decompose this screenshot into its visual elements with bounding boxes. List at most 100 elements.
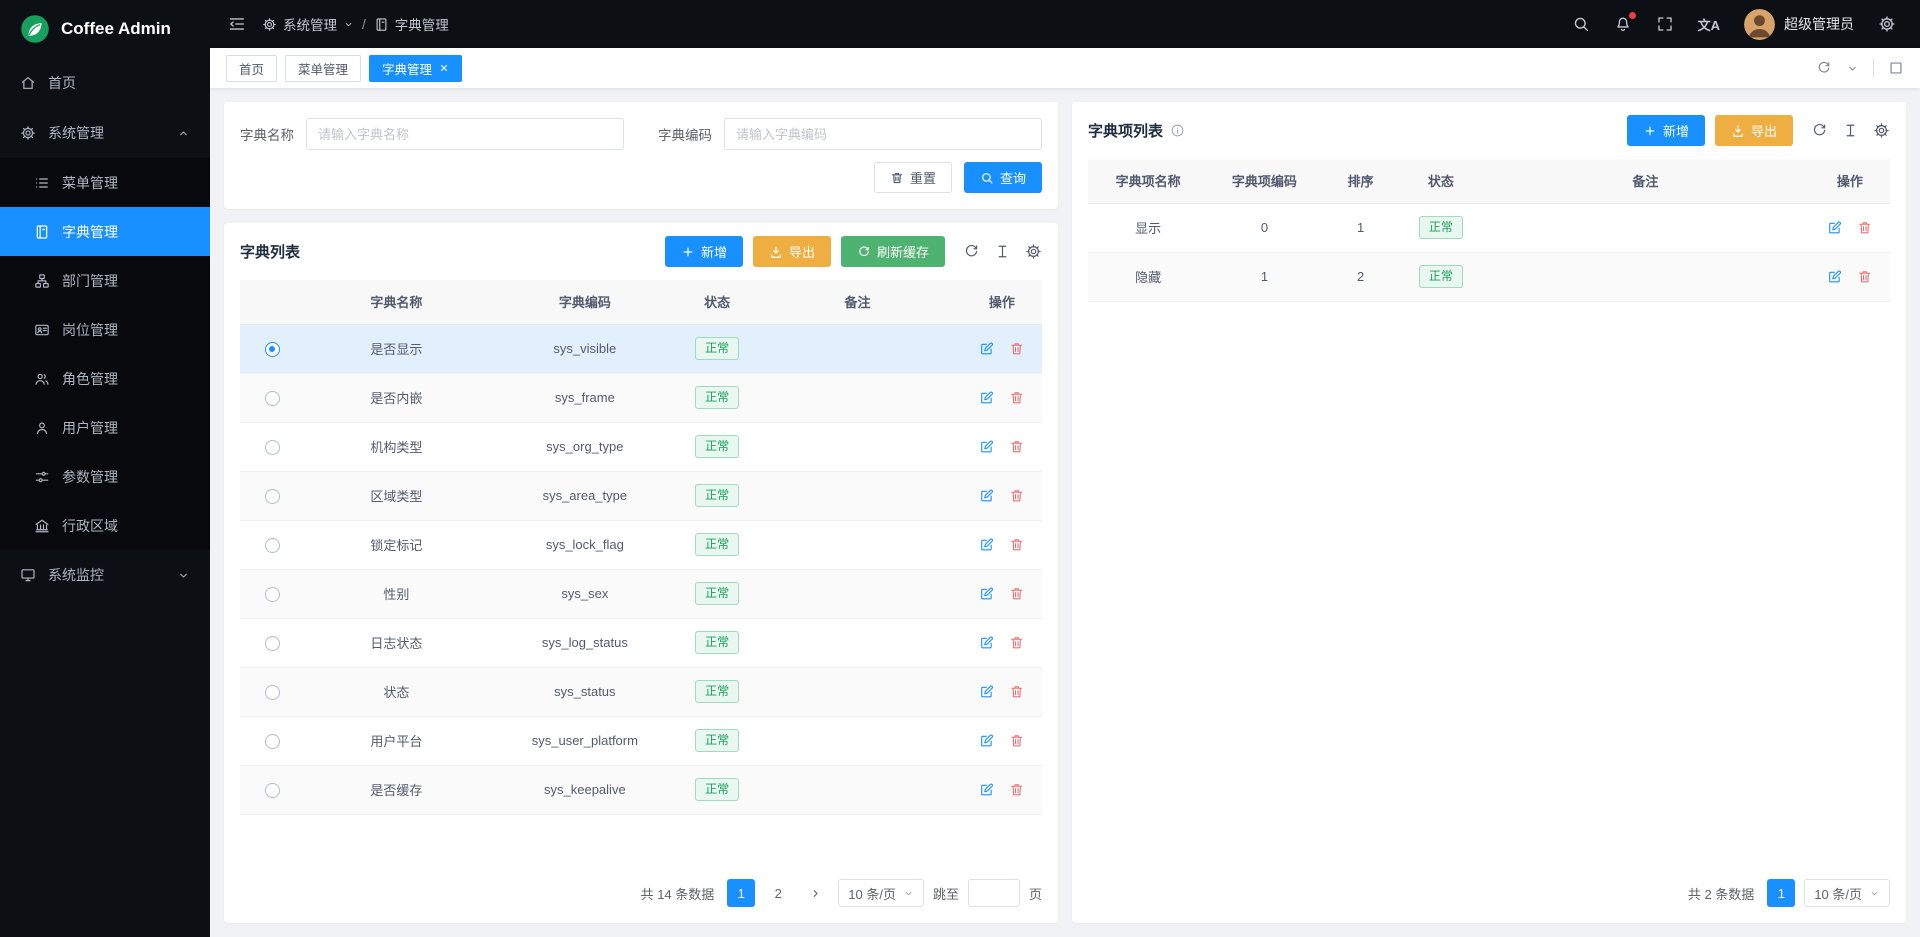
column-settings-gear-icon[interactable] (1873, 122, 1890, 139)
translate-icon[interactable]: 文A (1698, 15, 1720, 34)
table-row[interactable]: 机构类型 sys_org_type 正常 (240, 422, 1042, 471)
collapse-sidebar-icon[interactable] (228, 15, 246, 33)
maximize-content-icon[interactable] (1888, 60, 1904, 76)
row-radio[interactable] (265, 587, 280, 602)
row-radio[interactable] (265, 440, 280, 455)
refresh-tab-icon[interactable] (1816, 60, 1832, 76)
query-button[interactable]: 查询 (964, 162, 1042, 193)
density-icon[interactable] (1842, 122, 1859, 139)
tab-dict-management[interactable]: 字典管理 (369, 55, 462, 82)
density-icon[interactable] (994, 243, 1011, 260)
table-row[interactable]: 性别 sys_sex 正常 (240, 569, 1042, 618)
delete-icon[interactable] (1009, 684, 1025, 700)
cell-actions (962, 618, 1042, 667)
edit-icon[interactable] (979, 341, 995, 357)
delete-icon[interactable] (1009, 586, 1025, 602)
breadcrumb-system[interactable]: 系统管理 (262, 14, 354, 34)
column-settings-gear-icon[interactable] (1025, 243, 1042, 260)
page-1-button[interactable]: 1 (1767, 879, 1795, 907)
refresh-cache-button[interactable]: 刷新缓存 (841, 236, 945, 267)
page-size-select[interactable]: 10 条/页 (1804, 879, 1890, 907)
tab-home[interactable]: 首页 (226, 55, 277, 82)
row-radio[interactable] (265, 391, 280, 406)
export-dict-button[interactable]: 导出 (753, 236, 831, 267)
notification-bell-icon[interactable] (1614, 15, 1632, 33)
row-radio[interactable] (265, 685, 280, 700)
row-radio[interactable] (265, 636, 280, 651)
user-menu[interactable]: 超级管理员 (1744, 9, 1854, 40)
dict-code-input[interactable] (724, 118, 1042, 150)
edit-icon[interactable] (979, 684, 995, 700)
page-2-button[interactable]: 2 (764, 879, 792, 907)
dict-name-input[interactable] (306, 118, 624, 150)
edit-icon[interactable] (979, 439, 995, 455)
edit-icon[interactable] (979, 782, 995, 798)
delete-icon[interactable] (1857, 220, 1873, 236)
delete-icon[interactable] (1009, 635, 1025, 651)
sidebar-item-role-management[interactable]: 角色管理 (0, 354, 210, 403)
search-icon[interactable] (1572, 15, 1590, 33)
jump-page-input[interactable] (968, 879, 1020, 907)
table-row[interactable]: 用户平台 sys_user_platform 正常 (240, 716, 1042, 765)
row-radio[interactable] (265, 783, 280, 798)
edit-icon[interactable] (1827, 220, 1843, 236)
edit-icon[interactable] (1827, 269, 1843, 285)
sidebar-item-admin-region[interactable]: 行政区域 (0, 501, 210, 550)
table-row[interactable]: 区域类型 sys_area_type 正常 (240, 471, 1042, 520)
sidebar-item-param-management[interactable]: 参数管理 (0, 452, 210, 501)
fullscreen-icon[interactable] (1656, 15, 1674, 33)
breadcrumb-dict[interactable]: 字典管理 (374, 14, 449, 34)
delete-icon[interactable] (1857, 269, 1873, 285)
sidebar-item-dict-management[interactable]: 字典管理 (0, 207, 210, 256)
sidebar-item-home[interactable]: 首页 (0, 58, 210, 108)
table-row[interactable]: 是否内嵌 sys_frame 正常 (240, 373, 1042, 422)
row-radio[interactable] (265, 538, 280, 553)
tab-menu-management[interactable]: 菜单管理 (285, 55, 361, 82)
table-row[interactable]: 状态 sys_status 正常 (240, 667, 1042, 716)
close-icon[interactable] (439, 63, 449, 73)
edit-icon[interactable] (979, 390, 995, 406)
sidebar-item-dept-management[interactable]: 部门管理 (0, 256, 210, 305)
sidebar-item-menu-management[interactable]: 菜单管理 (0, 158, 210, 207)
delete-icon[interactable] (1009, 390, 1025, 406)
edit-icon[interactable] (979, 586, 995, 602)
export-dict-item-button[interactable]: 导出 (1715, 115, 1793, 146)
row-radio-checked[interactable] (265, 342, 280, 357)
page-1-button[interactable]: 1 (727, 879, 755, 907)
delete-icon[interactable] (1009, 733, 1025, 749)
table-row[interactable]: 是否显示 sys_visible 正常 (240, 324, 1042, 373)
delete-icon[interactable] (1009, 488, 1025, 504)
add-dict-item-button[interactable]: 新增 (1627, 115, 1705, 146)
add-dict-button[interactable]: 新增 (665, 236, 743, 267)
delete-icon[interactable] (1009, 439, 1025, 455)
row-radio[interactable] (265, 489, 280, 504)
delete-icon[interactable] (1009, 782, 1025, 798)
row-radio[interactable] (265, 734, 280, 749)
table-row[interactable]: 隐藏 1 2 正常 (1088, 252, 1890, 301)
edit-icon[interactable] (979, 733, 995, 749)
table-row[interactable]: 是否缓存 sys_keepalive 正常 (240, 765, 1042, 814)
refresh-table-icon[interactable] (963, 243, 980, 260)
brand[interactable]: Coffee Admin (0, 0, 210, 58)
edit-icon[interactable] (979, 488, 995, 504)
table-row[interactable]: 显示 0 1 正常 (1088, 203, 1890, 252)
page-size-select[interactable]: 10 条/页 (838, 879, 924, 907)
reset-button[interactable]: 重置 (874, 162, 952, 193)
sidebar-group-monitor[interactable]: 系统监控 (0, 550, 210, 600)
delete-icon[interactable] (1009, 537, 1025, 553)
refresh-table-icon[interactable] (1811, 122, 1828, 139)
edit-icon[interactable] (979, 537, 995, 553)
table-row[interactable]: 锁定标记 sys_lock_flag 正常 (240, 520, 1042, 569)
sidebar-item-label: 岗位管理 (62, 320, 118, 340)
sidebar-item-post-management[interactable]: 岗位管理 (0, 305, 210, 354)
sidebar-group-system[interactable]: 系统管理 (0, 108, 210, 158)
cell-select (240, 520, 304, 569)
table-row[interactable]: 日志状态 sys_log_status 正常 (240, 618, 1042, 667)
delete-icon[interactable] (1009, 341, 1025, 357)
tab-options-chevron-icon[interactable] (1846, 62, 1859, 75)
sidebar-item-user-management[interactable]: 用户管理 (0, 403, 210, 452)
settings-gear-icon[interactable] (1878, 15, 1896, 33)
next-page-button[interactable] (801, 879, 829, 907)
edit-icon[interactable] (979, 635, 995, 651)
breadcrumb: 系统管理 / 字典管理 (262, 14, 449, 34)
